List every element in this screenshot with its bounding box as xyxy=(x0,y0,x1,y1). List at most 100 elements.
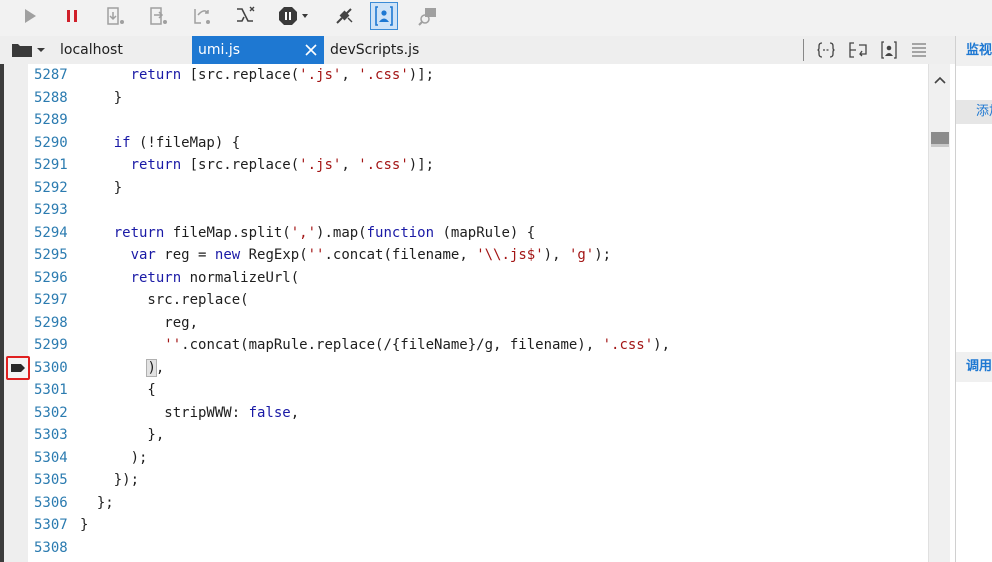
line-number[interactable]: 5303 xyxy=(34,424,74,446)
code-text: } xyxy=(80,89,123,106)
code-line[interactable]: 5293 xyxy=(34,199,924,221)
tab-label: localhost xyxy=(60,42,123,58)
code-line[interactable]: 5302 stripWWW: false, xyxy=(34,402,924,424)
line-number[interactable]: 5304 xyxy=(34,447,74,469)
code-text: reg, xyxy=(80,314,199,331)
code-text: var reg = new RegExp(''.concat(filename,… xyxy=(130,247,612,263)
code-text: } xyxy=(80,517,89,533)
code-text: ''.concat(mapRule.replace(/{fileName}/g,… xyxy=(164,337,671,353)
step-into-icon[interactable] xyxy=(102,2,130,30)
tab-divider xyxy=(803,39,804,61)
disconnect-debugger-icon[interactable] xyxy=(330,2,358,30)
step-over-icon[interactable] xyxy=(145,2,173,30)
breakpoint-gutter[interactable] xyxy=(4,64,28,562)
just-my-code-icon[interactable] xyxy=(370,2,398,30)
code-text: return [src.replace('.js', '.css')]; xyxy=(130,67,435,83)
scrollbar-thumb[interactable] xyxy=(931,132,949,144)
code-line[interactable]: 5306 }; xyxy=(34,492,924,514)
tab-label: umi.js xyxy=(198,42,241,58)
break-icon[interactable] xyxy=(58,2,86,30)
file-tab-bar: localhost umi.js devScripts.js xyxy=(0,36,955,64)
line-number[interactable]: 5297 xyxy=(34,289,74,311)
code-line[interactable]: 5308 xyxy=(34,537,924,559)
code-text: stripWWW: false, xyxy=(80,404,300,421)
tab-umi-js[interactable]: umi.js xyxy=(192,36,324,64)
line-number[interactable]: 5302 xyxy=(34,402,74,424)
code-text: ), xyxy=(146,358,165,377)
code-text: ); xyxy=(80,449,148,466)
code-text: }); xyxy=(80,472,140,488)
pretty-print-icon[interactable] xyxy=(815,39,837,61)
line-number[interactable]: 5308 xyxy=(34,537,74,559)
line-number[interactable]: 5298 xyxy=(34,312,74,334)
code-line[interactable]: 5300 ), xyxy=(34,357,924,379)
code-line[interactable]: 5291 return [src.replace('.js', '.css')]… xyxy=(34,154,924,176)
code-line[interactable]: 5287 return [src.replace('.js', '.css')]… xyxy=(34,64,924,86)
line-number[interactable]: 5288 xyxy=(34,87,74,109)
continue-icon[interactable] xyxy=(16,2,44,30)
tab-localhost[interactable]: localhost xyxy=(54,36,192,64)
side-panel: 监视 添加 调用 xyxy=(955,36,992,562)
line-number[interactable]: 5295 xyxy=(34,244,74,266)
code-line[interactable]: 5292 } xyxy=(34,177,924,199)
chevron-up-icon xyxy=(934,76,946,84)
line-number[interactable]: 5293 xyxy=(34,199,74,221)
folder-icon xyxy=(12,44,45,57)
scroll-up-button[interactable] xyxy=(932,72,948,88)
line-number[interactable]: 5296 xyxy=(34,267,74,289)
code-line[interactable]: 5301 { xyxy=(34,379,924,401)
line-number[interactable]: 5300 xyxy=(34,357,74,379)
code-text: }; xyxy=(80,494,114,511)
callstack-panel-title[interactable]: 调用 xyxy=(956,352,992,382)
code-line[interactable]: 5296 return normalizeUrl( xyxy=(34,267,924,289)
line-number[interactable]: 5291 xyxy=(34,154,74,176)
find-icon[interactable] xyxy=(414,2,442,30)
code-text: return normalizeUrl( xyxy=(130,269,300,286)
add-watch-button[interactable]: 添加 xyxy=(956,100,992,124)
line-number[interactable]: 5292 xyxy=(34,177,74,199)
code-line[interactable]: 5304 ); xyxy=(34,447,924,469)
line-number[interactable]: 5306 xyxy=(34,492,74,514)
close-icon[interactable] xyxy=(304,43,318,57)
open-document-button[interactable] xyxy=(10,40,50,60)
break-on-new-worker-icon[interactable] xyxy=(231,2,259,30)
vertical-scrollbar[interactable] xyxy=(928,64,950,562)
line-number[interactable]: 5299 xyxy=(34,334,74,356)
watch-panel-title[interactable]: 监视 xyxy=(956,36,992,66)
step-out-icon[interactable] xyxy=(188,2,216,30)
code-line[interactable]: 5307} xyxy=(34,514,924,536)
debugger-toolbar xyxy=(0,0,992,36)
code-line[interactable]: 5299 ''.concat(mapRule.replace(/{fileNam… xyxy=(34,334,924,356)
line-number[interactable]: 5301 xyxy=(34,379,74,401)
current-statement-arrow-icon xyxy=(11,364,25,372)
code-line[interactable]: 5288 } xyxy=(34,87,924,109)
current-statement-marker[interactable] xyxy=(6,356,30,380)
code-line[interactable]: 5295 var reg = new RegExp(''.concat(file… xyxy=(34,244,924,266)
code-text: if (!fileMap) { xyxy=(113,134,241,151)
code-line[interactable]: 5298 reg, xyxy=(34,312,924,334)
line-number[interactable]: 5289 xyxy=(34,109,74,131)
line-number[interactable]: 5294 xyxy=(34,222,74,244)
scrollbar-marker xyxy=(931,144,949,147)
line-number[interactable]: 5287 xyxy=(34,64,74,86)
code-line[interactable]: 5297 src.replace( xyxy=(34,289,924,311)
more-icon[interactable] xyxy=(908,39,930,61)
code-text: return [src.replace('.js', '.css')]; xyxy=(130,157,435,173)
code-line[interactable]: 5294 return fileMap.split(',').map(funct… xyxy=(34,222,924,244)
code-text: return fileMap.split(',').map(function (… xyxy=(113,224,536,241)
line-number[interactable]: 5305 xyxy=(34,469,74,491)
line-number[interactable]: 5307 xyxy=(34,514,74,536)
code-line[interactable]: 5290 if (!fileMap) { xyxy=(34,132,924,154)
code-text: src.replace( xyxy=(80,292,249,308)
code-text: }, xyxy=(80,427,165,443)
tab-devscripts-js[interactable]: devScripts.js xyxy=(324,36,474,64)
exception-behavior-icon[interactable] xyxy=(276,2,312,30)
code-editor[interactable]: 5287 return [src.replace('.js', '.css')]… xyxy=(0,64,928,562)
code-line[interactable]: 5305 }); xyxy=(34,469,924,491)
line-number[interactable]: 5290 xyxy=(34,132,74,154)
code-line[interactable]: 5289 xyxy=(34,109,924,131)
word-wrap-icon[interactable] xyxy=(847,39,869,61)
source-map-icon[interactable] xyxy=(878,39,900,61)
code-line[interactable]: 5303 }, xyxy=(34,424,924,446)
tab-label: devScripts.js xyxy=(330,42,420,58)
